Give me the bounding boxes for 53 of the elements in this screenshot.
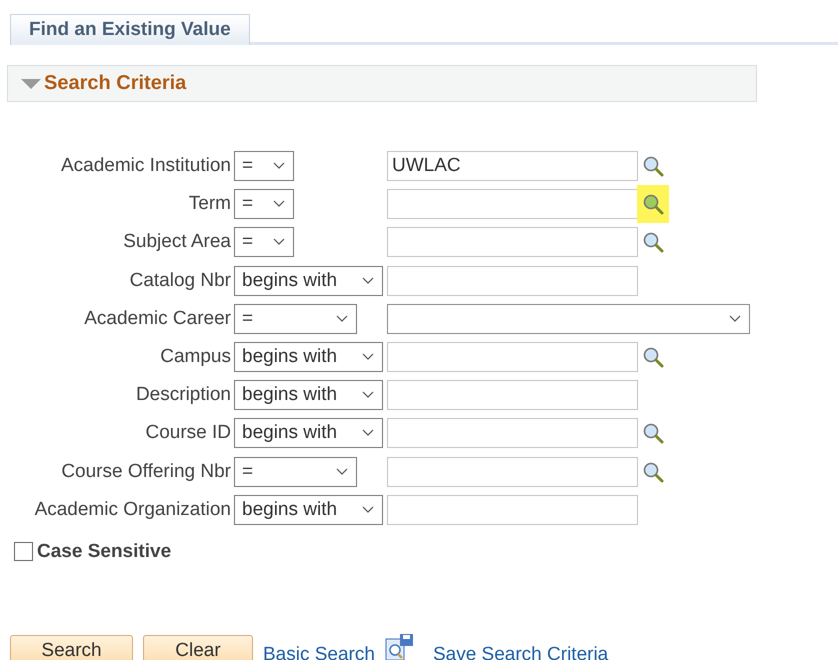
save-search-icon[interactable] (384, 632, 415, 660)
field-label: Academic Institution (60, 155, 231, 178)
basic-search-link[interactable]: Basic Search (263, 644, 375, 660)
chevron-down-icon[interactable] (362, 353, 374, 362)
search-icon[interactable] (637, 185, 669, 224)
input-field[interactable] (387, 342, 638, 372)
value-dropdown[interactable] (387, 304, 750, 334)
clear-button[interactable]: Clear (143, 634, 253, 660)
collapse-arrow-icon[interactable] (20, 78, 42, 90)
operator-dropdown[interactable]: = (234, 189, 294, 220)
operator-dropdown[interactable]: = (234, 227, 294, 258)
chevron-down-icon[interactable] (336, 314, 348, 323)
input-field[interactable] (387, 418, 638, 448)
field-label: Course ID (144, 422, 231, 444)
field-label: Academic Organization (34, 498, 231, 521)
field-label: Term (188, 193, 231, 216)
tab[interactable]: Find an Existing Value (10, 14, 250, 45)
operator-dropdown[interactable]: begins with (234, 380, 383, 410)
chevron-down-icon[interactable] (336, 468, 348, 476)
input-field[interactable] (387, 227, 638, 258)
operator-dropdown[interactable]: begins with (234, 342, 383, 372)
chevron-down-icon[interactable] (273, 162, 285, 170)
input-field[interactable] (387, 494, 638, 525)
save-search-criteria-link[interactable]: Save Search Criteria (432, 644, 608, 660)
input-field[interactable] (387, 380, 638, 410)
operator-dropdown[interactable]: begins with (234, 494, 383, 525)
field-label: Subject Area (122, 231, 231, 254)
operator-dropdown[interactable]: = (234, 456, 357, 487)
checkbox-label: Case Sensitive (37, 540, 172, 563)
chevron-down-icon[interactable] (362, 506, 374, 514)
chevron-down-icon[interactable] (362, 276, 374, 285)
chevron-down-icon[interactable] (273, 200, 285, 208)
operator-dropdown[interactable]: begins with (234, 266, 383, 296)
input-field[interactable]: UWLAC (387, 151, 638, 182)
field-label: Academic Career (83, 308, 231, 330)
chevron-down-icon[interactable] (273, 238, 285, 246)
field-label: Course Offering Nbr (60, 460, 231, 483)
section-header[interactable]: Search Criteria (7, 65, 757, 102)
operator-dropdown[interactable]: = (234, 151, 294, 182)
field-label: Description (134, 384, 231, 406)
input-field[interactable] (387, 266, 638, 296)
chevron-down-icon[interactable] (362, 391, 374, 400)
search-button[interactable]: Search (10, 634, 133, 660)
chevron-down-icon[interactable] (362, 429, 374, 438)
chevron-down-icon[interactable] (729, 314, 741, 323)
section-title: Search Criteria (44, 72, 186, 95)
field-label: Catalog Nbr (128, 270, 231, 292)
input-field[interactable] (387, 189, 638, 220)
input-field[interactable] (387, 456, 638, 487)
checkbox[interactable] (14, 542, 33, 562)
field-label: Campus (159, 346, 231, 368)
operator-dropdown[interactable]: begins with (234, 418, 383, 448)
operator-dropdown[interactable]: = (234, 304, 357, 334)
